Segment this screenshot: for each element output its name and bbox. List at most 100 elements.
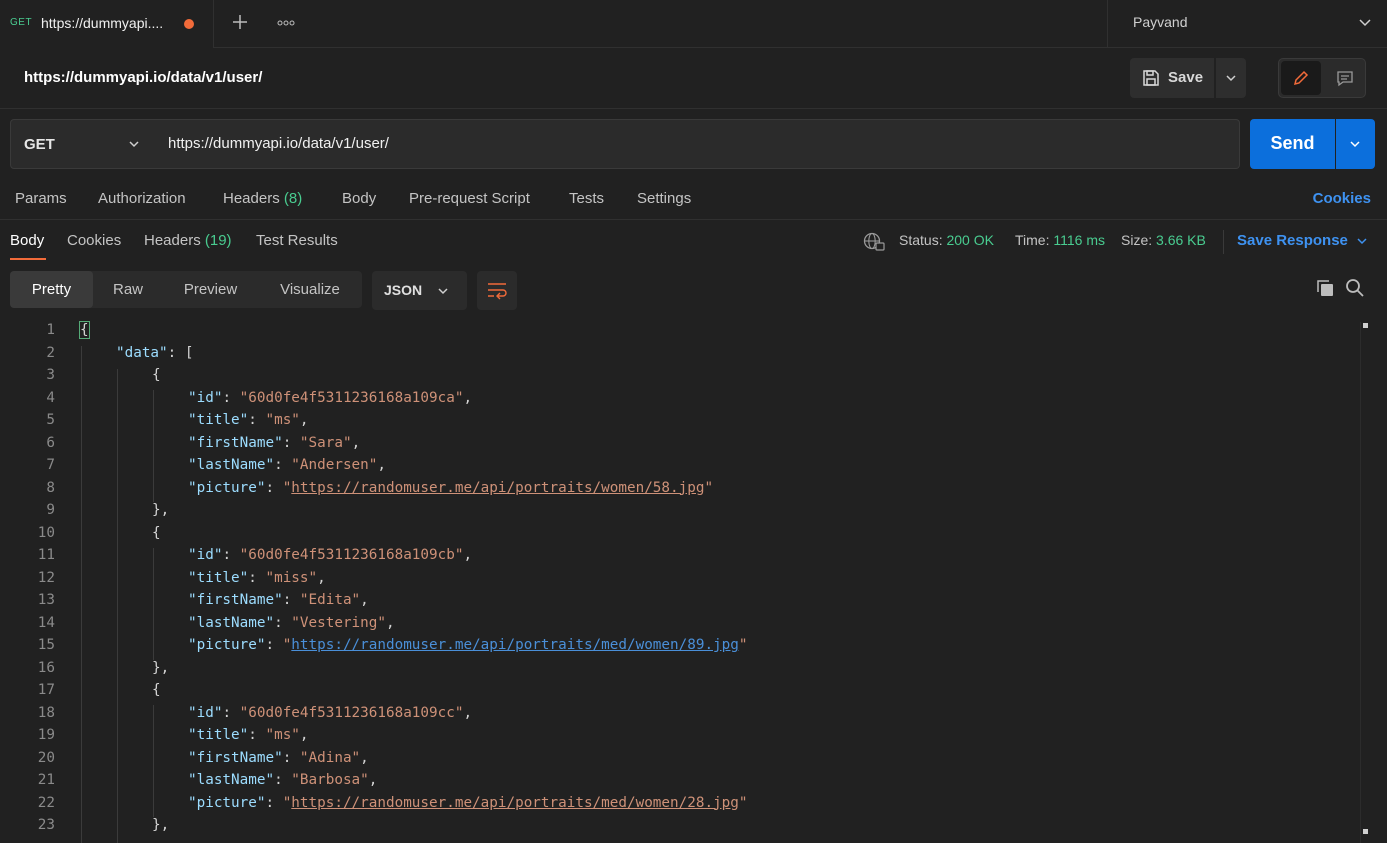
code-line: 5 "title": "ms",	[0, 412, 1360, 435]
line-number: 8	[46, 479, 55, 496]
json-punctuation: ,	[351, 434, 361, 451]
active-tab-indicator	[10, 258, 46, 260]
line-number: 23	[37, 817, 55, 833]
json-string: "	[282, 794, 292, 811]
code-line: 17 {	[0, 682, 1360, 705]
view-pretty[interactable]: Pretty	[10, 271, 93, 308]
tab-settings[interactable]: Settings	[637, 190, 691, 207]
request-tabs: Params Authorization Headers (8) Body Pr…	[0, 178, 1387, 220]
method-select[interactable]: GET	[10, 119, 155, 169]
json-string: "	[738, 637, 748, 653]
json-punctuation: :	[265, 794, 283, 811]
chevron-down-icon	[1359, 19, 1371, 27]
line-number: 9	[46, 502, 55, 518]
environment-selector[interactable]: Payvand	[1107, 0, 1387, 48]
save-button[interactable]: Save	[1130, 58, 1214, 98]
line-number: 4	[46, 389, 55, 406]
request-header: https://dummyapi.io/data/v1/user/ Save	[0, 48, 1387, 109]
json-punctuation: :	[274, 457, 292, 473]
tab-method: GET	[10, 17, 33, 28]
save-options-button[interactable]	[1216, 58, 1246, 98]
code-text: },	[152, 502, 169, 518]
response-body-editor[interactable]: 1{2 "data": [3{4 "id": "60d0fe4f5311236168…	[0, 321, 1360, 843]
copy-icon[interactable]	[1315, 278, 1335, 298]
tab-params[interactable]: Params	[15, 190, 67, 207]
view-preview[interactable]: Preview	[163, 271, 258, 308]
status-value: 200 OK	[946, 232, 994, 248]
json-link[interactable]: https://randomuser.me/api/portraits/med/…	[291, 795, 739, 811]
line-number: 2	[46, 344, 55, 361]
code-text: "id": "60d0fe4f5311236168a109ca",	[188, 390, 472, 406]
json-string: "60d0fe4f5311236168a109cb"	[239, 547, 464, 563]
json-punctuation: },	[152, 659, 170, 676]
response-headers-count: (19)	[204, 232, 232, 249]
globe-icon[interactable]	[863, 232, 885, 252]
json-link[interactable]: https://randomuser.me/api/portraits/wome…	[291, 480, 704, 496]
json-key: "id"	[188, 547, 223, 563]
chevron-down-icon[interactable]	[1355, 234, 1369, 248]
code-text: {	[79, 321, 90, 339]
url-input[interactable]: https://dummyapi.io/data/v1/user/	[154, 119, 1240, 169]
json-punctuation: :	[248, 569, 266, 586]
scroll-down-arrow-icon[interactable]	[1363, 829, 1368, 834]
tab-response-cookies[interactable]: Cookies	[67, 232, 121, 249]
json-punctuation: :	[282, 592, 300, 608]
edit-mode-button[interactable]	[1281, 61, 1321, 95]
code-text: "id": "60d0fe4f5311236168a109cc",	[188, 705, 472, 721]
code-line: 1{	[0, 321, 1360, 345]
tab-pre-request-script[interactable]: Pre-request Script	[409, 190, 530, 207]
line-number: 19	[37, 727, 55, 743]
line-number: 13	[37, 592, 55, 608]
json-key: "picture"	[188, 479, 266, 496]
json-punctuation: ,	[385, 614, 395, 631]
json-link[interactable]: https://randomuser.me/api/portraits/med/…	[291, 637, 739, 653]
plus-icon[interactable]	[226, 8, 254, 36]
code-line: 11 "id": "60d0fe4f5311236168a109cb",	[0, 547, 1360, 570]
comment-mode-button[interactable]	[1325, 61, 1365, 95]
tab-headers[interactable]: Headers (8)	[223, 190, 302, 207]
json-key: "firstName"	[188, 749, 283, 766]
json-key: "title"	[188, 727, 249, 743]
code-text: "firstName": "Sara",	[188, 435, 360, 451]
cookies-link[interactable]: Cookies	[1313, 190, 1371, 207]
json-punctuation: :	[274, 772, 292, 788]
vertical-scrollbar[interactable]	[1360, 322, 1370, 843]
tab-response-headers[interactable]: Headers (19)	[144, 232, 232, 249]
save-response-button[interactable]: Save Response	[1237, 232, 1348, 249]
tab-response-body[interactable]: Body	[10, 232, 44, 249]
json-string: "Andersen"	[291, 457, 378, 473]
json-key: "id"	[188, 704, 223, 721]
more-icon[interactable]	[272, 8, 300, 36]
json-punctuation: ,	[360, 592, 369, 608]
tab-body[interactable]: Body	[342, 190, 376, 207]
send-options-button[interactable]	[1336, 119, 1375, 169]
view-visualize[interactable]: Visualize	[258, 271, 362, 308]
json-punctuation: ,	[463, 547, 473, 563]
json-string: "	[282, 637, 292, 653]
format-select[interactable]: JSON	[372, 271, 467, 310]
json-punctuation: :	[222, 704, 240, 721]
code-line: 14 "lastName": "Vestering",	[0, 615, 1360, 638]
json-string: "	[704, 479, 714, 496]
line-number: 14	[37, 614, 55, 631]
request-tab[interactable]: GET https://dummyapi....	[0, 0, 214, 48]
scroll-up-arrow-icon[interactable]	[1363, 323, 1368, 328]
code-line: 3{	[0, 367, 1360, 390]
json-key: "title"	[188, 569, 249, 586]
send-button[interactable]: Send	[1250, 119, 1335, 169]
code-line: 13 "firstName": "Edita",	[0, 592, 1360, 615]
tab-authorization[interactable]: Authorization	[98, 190, 186, 207]
tab-tests[interactable]: Tests	[569, 190, 604, 207]
code-text: "title": "ms",	[188, 727, 309, 743]
wrap-lines-button[interactable]	[477, 271, 517, 310]
json-punctuation: ,	[317, 569, 326, 586]
line-number: 21	[37, 772, 55, 788]
json-punctuation: {	[79, 321, 90, 339]
json-punctuation: },	[152, 502, 170, 518]
json-punctuation: },	[152, 817, 170, 833]
tab-test-results[interactable]: Test Results	[256, 232, 338, 249]
code-text: {	[152, 682, 161, 698]
search-icon[interactable]	[1345, 278, 1365, 298]
view-raw[interactable]: Raw	[93, 271, 163, 308]
response-headers-label: Headers	[144, 232, 201, 249]
